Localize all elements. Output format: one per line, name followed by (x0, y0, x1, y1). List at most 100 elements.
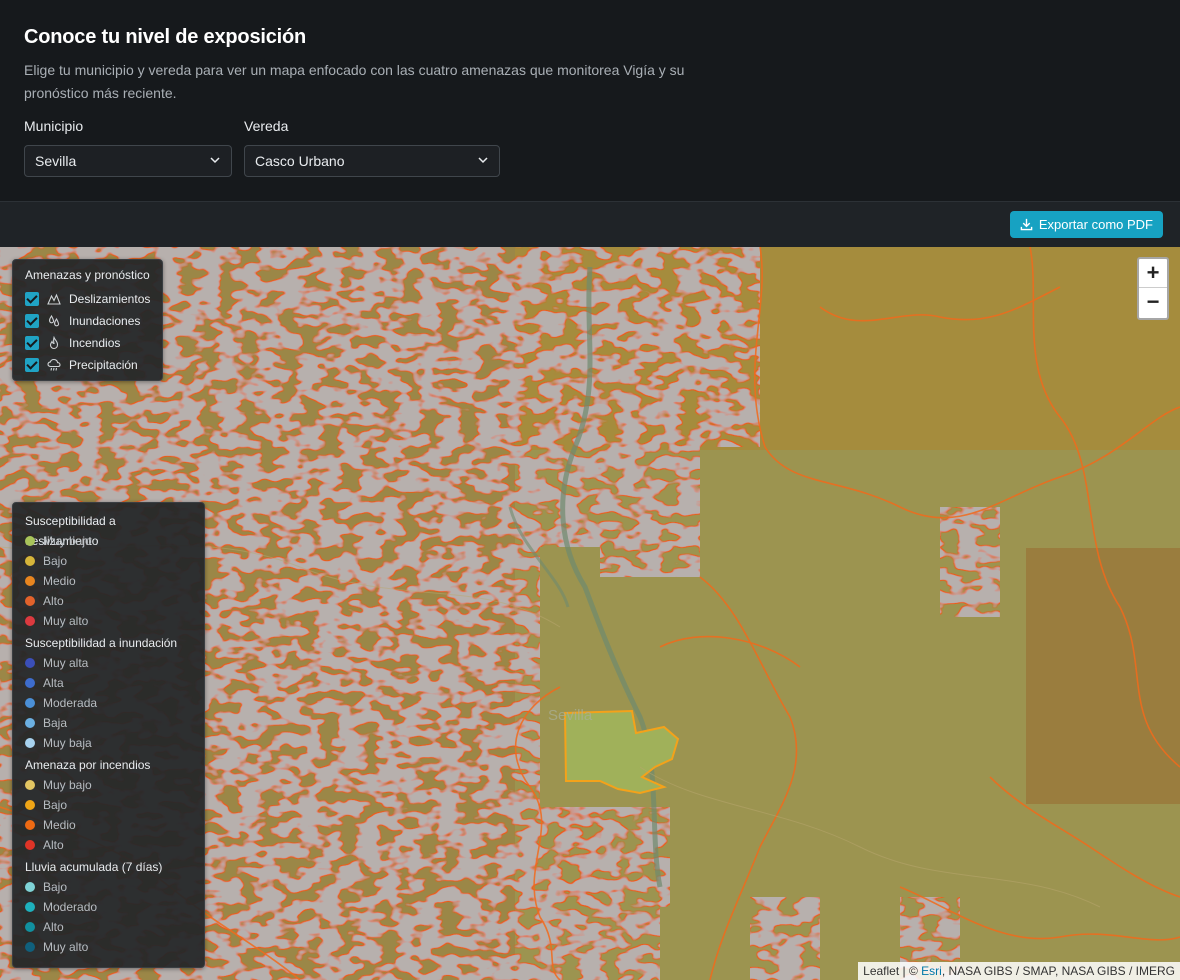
legend-item: Moderada (25, 693, 192, 713)
legend-swatch (25, 678, 35, 688)
legend-label: Muy bajo (43, 778, 92, 792)
layer-toggle-inundaciones[interactable]: Inundaciones (25, 310, 150, 332)
legend-item: Alto (25, 591, 192, 611)
zoom-control: + − (1137, 257, 1169, 320)
legend-label: Muy alto (43, 940, 89, 954)
legend-label: Muy bajo (43, 534, 92, 548)
legend-group-title: Amenaza por incendios (25, 758, 151, 772)
legend-item: Medio (25, 815, 192, 835)
legend-swatch (25, 718, 35, 728)
legend-group-title: Lluvia acumulada (7 días) (25, 860, 163, 874)
layer-control: Amenazas y pronóstico Deslizamientos Inu… (12, 259, 163, 381)
attribution-link-esri[interactable]: Esri (921, 964, 942, 978)
legend-swatch (25, 800, 35, 810)
legend-item: Bajo (25, 795, 192, 815)
legend-label: Bajo (43, 798, 68, 812)
chevron-down-icon (210, 157, 220, 164)
layer-label: Incendios (69, 336, 121, 350)
legend-item: Alto (25, 917, 192, 937)
export-pdf-label: Exportar como PDF (1038, 217, 1153, 232)
zoom-in-button[interactable]: + (1139, 259, 1167, 288)
droplets-icon (48, 314, 60, 327)
hazard-map[interactable]: Sevilla Amenazas y pronóstico Deslizamie… (0, 247, 1180, 980)
vereda-field: Vereda Casco Urbano (244, 118, 500, 177)
legend-label: Muy alta (43, 656, 89, 670)
legend-swatch (25, 820, 35, 830)
legend-label: Alto (43, 920, 64, 934)
map-attribution: Leaflet | © Esri, NASA GIBS / SMAP, NASA… (858, 962, 1180, 980)
legend-swatch (25, 556, 35, 566)
municipio-label: Municipio (24, 118, 84, 134)
legend-swatch (25, 882, 35, 892)
legend-label: Medio (43, 818, 76, 832)
download-icon (1020, 218, 1033, 231)
chevron-down-icon (478, 157, 488, 164)
legend-group-title: Susceptibilidad a inundación (25, 636, 178, 650)
legend-item: Alto (25, 835, 192, 855)
layer-control-title: Amenazas y pronóstico (25, 268, 150, 282)
mountain-icon (47, 293, 61, 305)
legend-item: Muy alto (25, 611, 192, 631)
layer-toggle-precipitacion[interactable]: Precipitación (25, 354, 150, 376)
attribution-prefix: Leaflet | © (863, 964, 922, 978)
legend-item: Muy bajo (25, 775, 192, 795)
legend-label: Alta (43, 676, 64, 690)
cloud-rain-icon (47, 358, 61, 371)
legend-item: Moderado (25, 897, 192, 917)
vereda-value: Casco Urbano (255, 153, 345, 169)
layer-checkbox[interactable] (25, 292, 39, 306)
legend-label: Bajo (43, 554, 68, 568)
legend-item: Bajo (25, 551, 192, 571)
place-label: Sevilla (548, 707, 593, 724)
flame-icon (49, 336, 59, 350)
legend-item: Muy alto (25, 937, 192, 957)
legend-label: Baja (43, 716, 68, 730)
page-title: Conoce tu nivel de exposición (24, 26, 307, 48)
vereda-label: Vereda (244, 118, 289, 134)
legend-swatch (25, 780, 35, 790)
map-legend: Susceptibilidad a deslizamiento Muy bajo… (12, 502, 205, 968)
legend-label: Muy alto (43, 614, 89, 628)
legend-swatch (25, 922, 35, 932)
legend-swatch (25, 596, 35, 606)
zoom-out-button[interactable]: − (1139, 288, 1167, 317)
legend-label: Moderada (43, 696, 98, 710)
legend-label: Moderado (43, 900, 98, 914)
layer-toggle-deslizamientos[interactable]: Deslizamientos (25, 288, 150, 310)
legend-item: Baja (25, 713, 192, 733)
layer-label: Inundaciones (69, 314, 141, 328)
legend-swatch (25, 942, 35, 952)
legend-swatch (25, 698, 35, 708)
legend-label: Medio (43, 574, 76, 588)
legend-swatch (25, 658, 35, 668)
exposure-header: Conoce tu nivel de exposición Elige tu m… (0, 0, 1180, 201)
page-description: Elige tu municipio y vereda para ver un … (24, 62, 685, 101)
layer-checkbox[interactable] (25, 358, 39, 372)
vereda-select[interactable]: Casco Urbano (244, 145, 500, 177)
municipio-select[interactable]: Sevilla (24, 145, 232, 177)
legend-swatch (25, 902, 35, 912)
legend-swatch (25, 616, 35, 626)
attribution-suffix: , NASA GIBS / SMAP, NASA GIBS / IMERG (941, 964, 1175, 978)
legend-item: Medio (25, 571, 192, 591)
layer-label: Precipitación (69, 358, 138, 372)
layer-label: Deslizamientos (69, 292, 151, 306)
legend-label: Alto (43, 594, 64, 608)
legend-swatch (25, 576, 35, 586)
layer-checkbox[interactable] (25, 336, 39, 350)
legend-item: Bajo (25, 877, 192, 897)
export-pdf-button[interactable]: Exportar como PDF (1009, 211, 1163, 238)
legend-item: Alta (25, 673, 192, 693)
layer-checkbox[interactable] (25, 314, 39, 328)
municipio-value: Sevilla (35, 153, 77, 169)
municipio-field: Municipio Sevilla (24, 118, 232, 177)
legend-swatch (25, 738, 35, 748)
legend-label: Alto (43, 838, 64, 852)
legend-swatch (25, 840, 35, 850)
layer-toggle-incendios[interactable]: Incendios (25, 332, 150, 354)
legend-item: Muy alta (25, 653, 192, 673)
legend-label: Bajo (43, 880, 68, 894)
legend-item: Muy baja (25, 733, 192, 753)
legend-group-title: Susceptibilidad a deslizamiento (25, 514, 116, 548)
map-toolbar: Exportar como PDF (0, 201, 1180, 247)
